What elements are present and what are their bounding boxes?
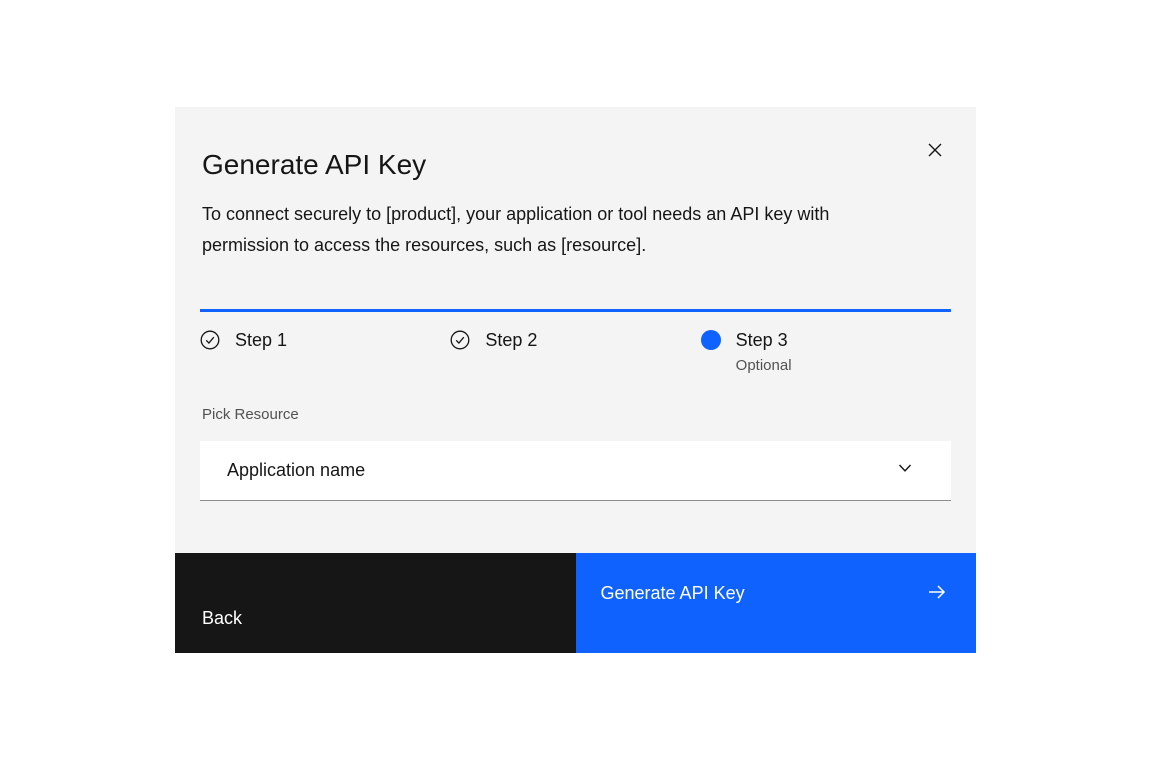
close-icon [927,142,943,158]
resource-dropdown[interactable]: Application name [200,441,951,501]
step-3-current[interactable]: Step 3 Optional [701,328,951,376]
close-button[interactable] [915,130,955,170]
steps-row: Step 1 Step 2 [200,328,951,376]
generate-api-key-modal: Generate API Key To connect securely to … [175,107,976,653]
step-label: Step 3 [736,328,792,352]
generate-api-key-button[interactable]: Generate API Key [576,553,977,653]
checkmark-circle-icon [200,330,220,350]
modal-title: Generate API Key [202,147,426,183]
modal-description: To connect securely to [product], your a… [202,199,917,261]
step-1-complete[interactable]: Step 1 [200,328,450,376]
progress-line [200,309,951,312]
dropdown-selected-value: Application name [227,460,365,481]
back-button[interactable]: Back [175,553,576,653]
page-background: { "modal": { "title": "Generate API Key"… [0,0,1152,761]
back-button-label: Back [202,608,549,629]
pick-resource-label: Pick Resource [202,406,299,424]
step-label: Step 1 [235,328,287,352]
modal-footer: Back Generate API Key [175,553,976,653]
progress-indicator: Step 1 Step 2 [200,309,951,376]
step-label: Step 2 [485,328,537,352]
generate-api-key-button-label: Generate API Key [601,579,745,604]
chevron-down-icon [897,460,913,481]
arrow-right-icon [926,579,948,608]
current-step-dot-icon [701,330,721,350]
step-2-complete[interactable]: Step 2 [450,328,700,376]
checkmark-circle-icon [450,330,470,350]
step-optional-label: Optional [736,355,792,376]
